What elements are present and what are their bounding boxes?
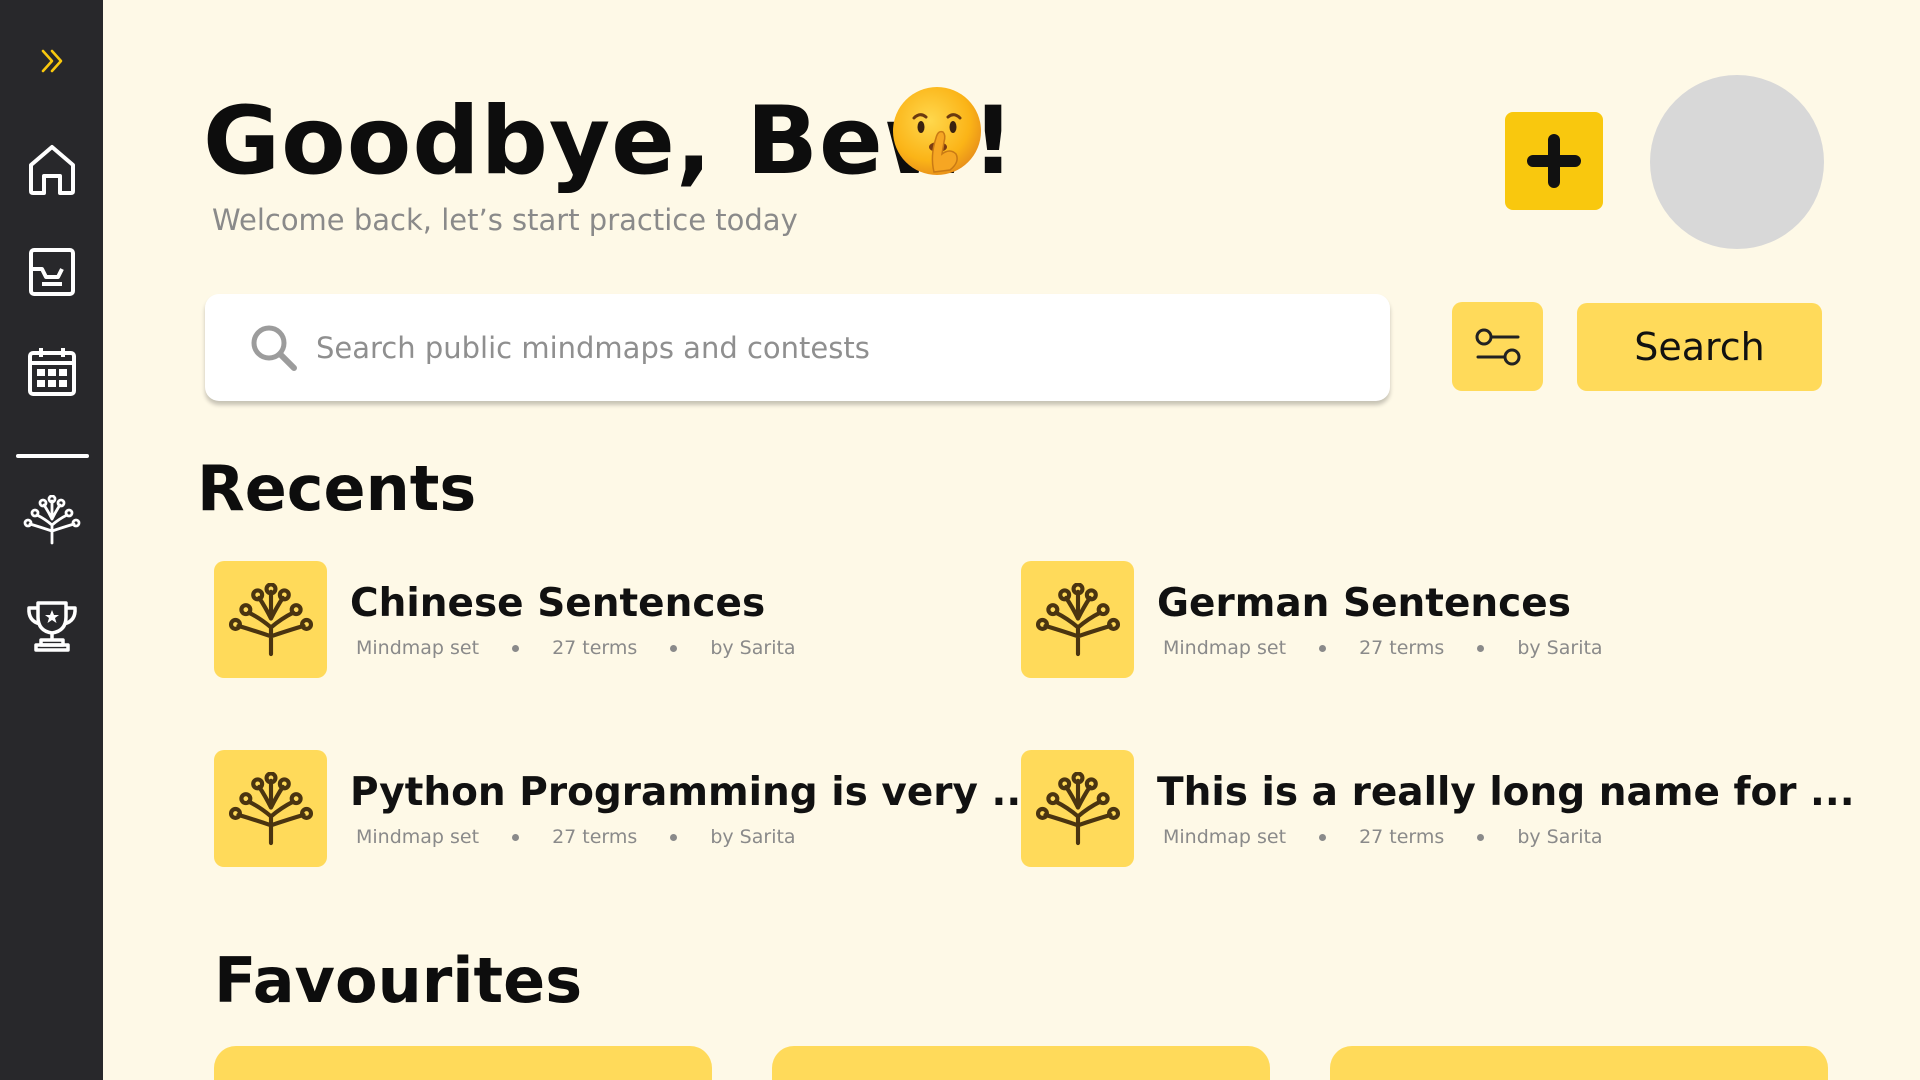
separator-dot xyxy=(512,644,520,652)
home-icon xyxy=(28,145,75,195)
item-type: Mindmap set xyxy=(1163,637,1287,659)
recent-item-thumbnail xyxy=(1021,561,1134,678)
item-terms: 27 terms xyxy=(552,826,638,848)
recent-item-title: Python Programming is very ... xyxy=(350,770,1036,815)
search-icon xyxy=(251,325,297,371)
recent-item-meta: Mindmap set 27 terms by Sarita xyxy=(356,826,796,848)
add-button[interactable] xyxy=(1505,112,1603,210)
recent-item-title: German Sentences xyxy=(1157,581,1571,626)
calendar-icon xyxy=(27,348,76,396)
item-author: by Sarita xyxy=(710,637,796,659)
separator-dot xyxy=(512,833,520,841)
recent-item-thumbnail xyxy=(1021,750,1134,867)
item-author: by Sarita xyxy=(1517,826,1603,848)
separator-dot xyxy=(1477,833,1485,841)
item-terms: 27 terms xyxy=(552,637,638,659)
double-chevron-right-icon xyxy=(41,49,62,72)
filter-button[interactable] xyxy=(1452,302,1543,391)
item-terms: 27 terms xyxy=(1359,826,1445,848)
mindmap-tree-icon xyxy=(228,582,313,656)
sidebar-divider xyxy=(16,454,89,458)
mindmap-tree-icon xyxy=(1035,771,1120,845)
separator-dot xyxy=(1319,644,1327,652)
favourite-card[interactable] xyxy=(214,1046,712,1080)
search-button[interactable]: Search xyxy=(1577,303,1822,391)
recent-item[interactable]: This is a really long name for ... Mindm… xyxy=(1021,750,1855,868)
expand-sidebar-button[interactable] xyxy=(0,38,103,83)
separator-dot xyxy=(1319,833,1327,841)
mindmap-tree-icon xyxy=(228,771,313,845)
recent-item[interactable]: Chinese Sentences Mindmap set 27 terms b… xyxy=(214,561,974,679)
recents-heading: Recents xyxy=(197,452,477,525)
mindmap-tree-icon xyxy=(1035,582,1120,656)
avatar[interactable] xyxy=(1650,75,1824,249)
recent-item[interactable]: German Sentences Mindmap set 27 terms by… xyxy=(1021,561,1781,679)
recent-item[interactable]: Python Programming is very ... Mindmap s… xyxy=(214,750,1036,868)
item-author: by Sarita xyxy=(1517,637,1603,659)
search-input[interactable] xyxy=(316,330,1390,365)
item-terms: 27 terms xyxy=(1359,637,1445,659)
shushing-face-emoji-icon xyxy=(893,87,981,175)
favourite-card[interactable] xyxy=(772,1046,1270,1080)
sidebar-item-calendar[interactable] xyxy=(0,344,103,400)
inbox-icon xyxy=(28,248,75,296)
recent-item-meta: Mindmap set 27 terms by Sarita xyxy=(1163,826,1603,848)
separator-dot xyxy=(670,644,678,652)
item-type: Mindmap set xyxy=(356,637,480,659)
separator-dot xyxy=(1477,644,1485,652)
sidebar-item-inbox[interactable] xyxy=(0,244,103,300)
recent-item-meta: Mindmap set 27 terms by Sarita xyxy=(1163,637,1603,659)
sidebar-item-contests[interactable] xyxy=(0,596,103,656)
recent-item-meta: Mindmap set 27 terms by Sarita xyxy=(356,637,796,659)
trophy-icon xyxy=(26,601,77,652)
favourite-card[interactable] xyxy=(1330,1046,1828,1080)
separator-dot xyxy=(670,833,678,841)
sidebar-item-home[interactable] xyxy=(0,140,103,200)
sidebar-item-mindmaps[interactable] xyxy=(0,490,103,550)
welcome-subtitle: Welcome back, let’s start practice today xyxy=(212,203,798,237)
item-type: Mindmap set xyxy=(1163,826,1287,848)
sliders-filter-icon xyxy=(1475,328,1520,365)
search-bar xyxy=(205,294,1390,401)
item-author: by Sarita xyxy=(710,826,796,848)
item-type: Mindmap set xyxy=(356,826,480,848)
plus-icon xyxy=(1527,134,1581,188)
recent-item-thumbnail xyxy=(214,750,327,867)
mindmap-tree-icon xyxy=(23,495,80,545)
favourites-heading: Favourites xyxy=(214,944,583,1017)
recent-item-title: Chinese Sentences xyxy=(350,581,766,626)
recent-item-thumbnail xyxy=(214,561,327,678)
sidebar xyxy=(0,0,103,1080)
recent-item-title: This is a really long name for ... xyxy=(1157,770,1855,815)
